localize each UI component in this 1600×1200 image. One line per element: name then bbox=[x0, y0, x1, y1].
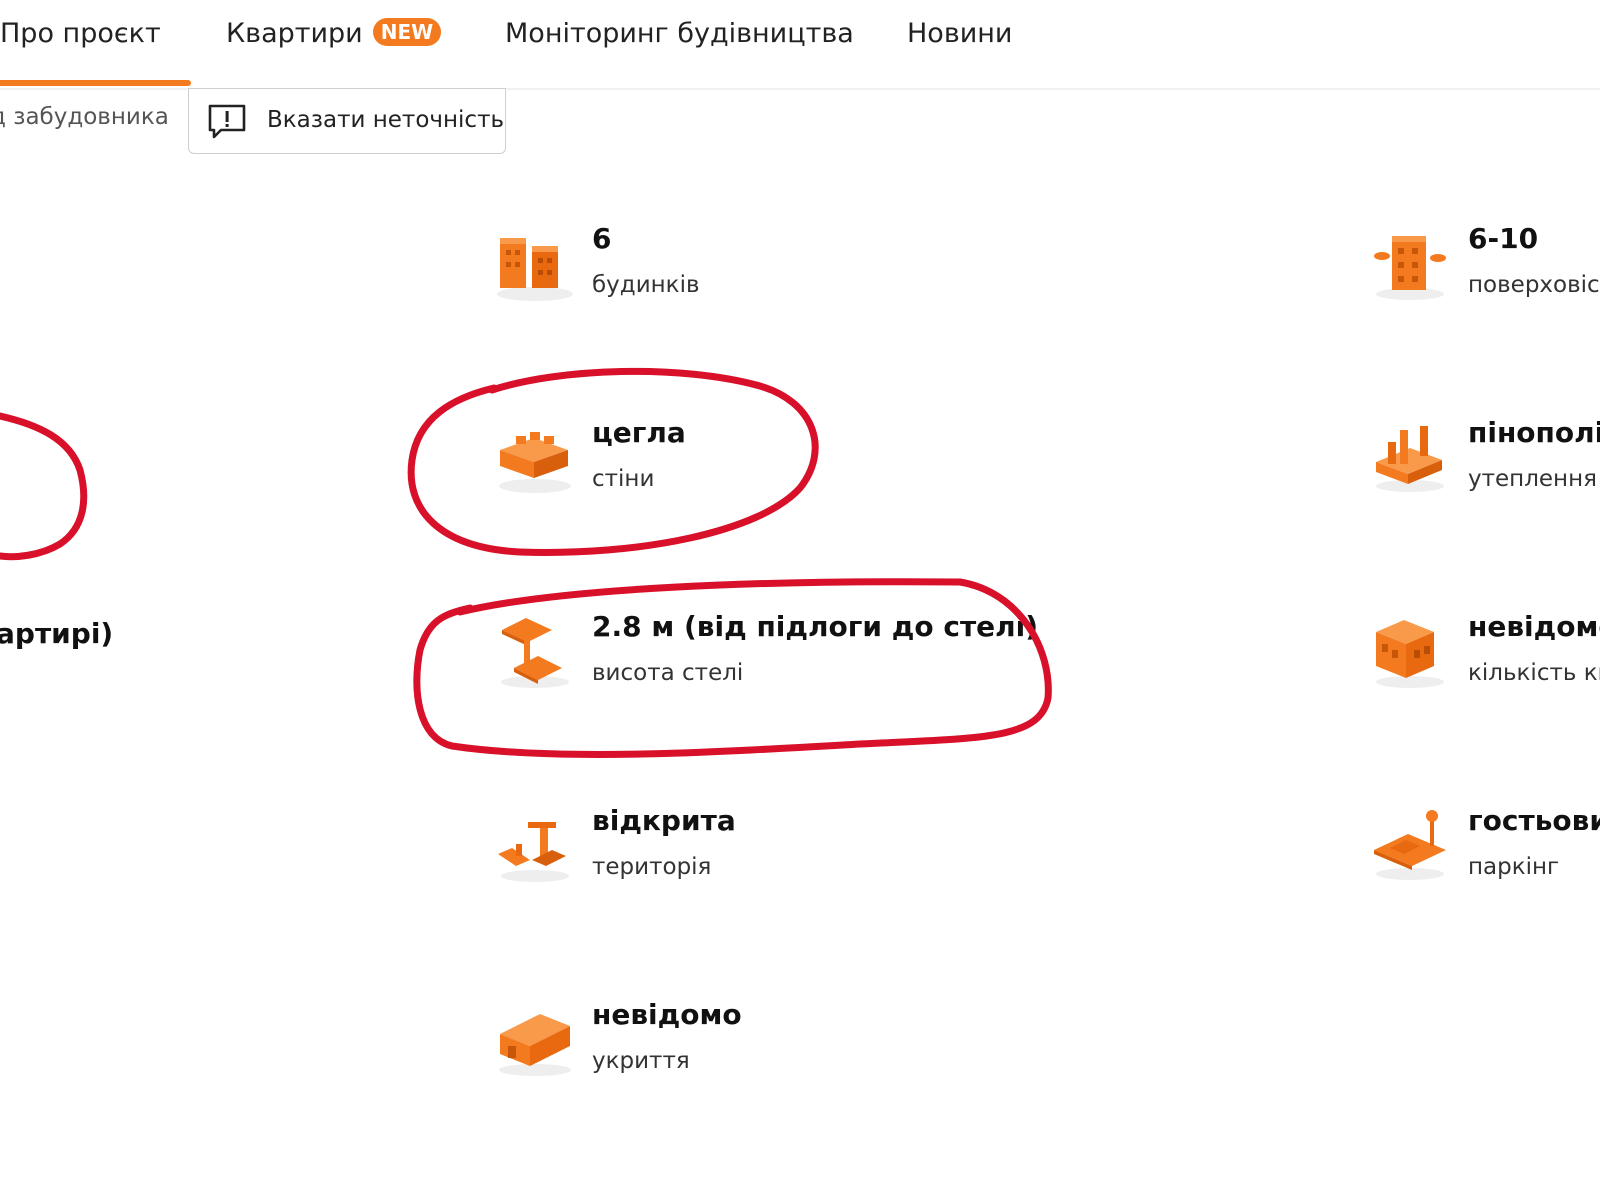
feature-label: висота стелі bbox=[592, 660, 744, 686]
ceiling-height-icon bbox=[501, 618, 569, 688]
highlight-annotations bbox=[0, 367, 1052, 759]
new-badge: NEW bbox=[372, 18, 442, 46]
tab-construction-monitoring[interactable]: Моніторинг будівництва bbox=[505, 18, 854, 49]
feature-label: паркінг bbox=[1468, 854, 1560, 880]
feature-label: кількість кв bbox=[1468, 660, 1600, 686]
parking-icon bbox=[1374, 810, 1446, 880]
feature-value: пінополіс bbox=[1468, 416, 1600, 449]
feature-value: невідомо bbox=[592, 998, 742, 1031]
feature-label: стіни bbox=[592, 466, 655, 492]
tab-label: Новини bbox=[907, 18, 1013, 49]
feature-label: будинків bbox=[592, 272, 700, 298]
report-inaccuracy-button[interactable]: Вказати неточність bbox=[188, 88, 506, 154]
floors-icon bbox=[1374, 236, 1446, 300]
tab-label: Квартири bbox=[226, 18, 363, 49]
top-nav: Про проєкт Квартири NEW Моніторинг будівн… bbox=[0, 0, 1600, 90]
feature-label: територія bbox=[592, 854, 712, 880]
left-feature-value-partial: артирі) bbox=[0, 617, 114, 650]
insulation-icon bbox=[1376, 426, 1444, 492]
apartments-icon bbox=[1376, 620, 1444, 688]
shelter-icon bbox=[499, 1014, 571, 1076]
tab-about-project[interactable]: Про проєкт bbox=[0, 18, 191, 86]
feature-label: утеплення bbox=[1468, 466, 1597, 492]
tab-label: Про проєкт bbox=[0, 18, 161, 49]
feature-value: відкрита bbox=[592, 804, 736, 837]
developer-link[interactable]: д забудовника bbox=[0, 104, 169, 130]
buildings-icon bbox=[497, 238, 573, 301]
feature-value: невідомо bbox=[1468, 610, 1600, 643]
territory-icon bbox=[498, 822, 569, 882]
feature-value: 6-10 bbox=[1468, 222, 1539, 255]
tab-news[interactable]: Новини bbox=[907, 18, 1012, 49]
feature-value: цегла bbox=[592, 416, 686, 449]
report-label: Вказати неточність bbox=[267, 107, 505, 133]
tab-label: Моніторинг будівництва bbox=[505, 18, 854, 49]
feature-value: 2.8 м (від підлоги до стелі) bbox=[592, 610, 1039, 643]
brick-icon bbox=[499, 432, 571, 493]
feature-label: поверховіст bbox=[1468, 272, 1600, 298]
feature-value: гостьови bbox=[1468, 804, 1600, 837]
highlight-left-partial bbox=[0, 412, 88, 561]
tab-apartments[interactable]: Квартири NEW bbox=[226, 18, 442, 49]
report-icon bbox=[208, 104, 246, 139]
highlight-walls bbox=[407, 367, 819, 556]
feature-label: укриття bbox=[592, 1048, 690, 1074]
feature-value: 6 bbox=[592, 222, 612, 255]
